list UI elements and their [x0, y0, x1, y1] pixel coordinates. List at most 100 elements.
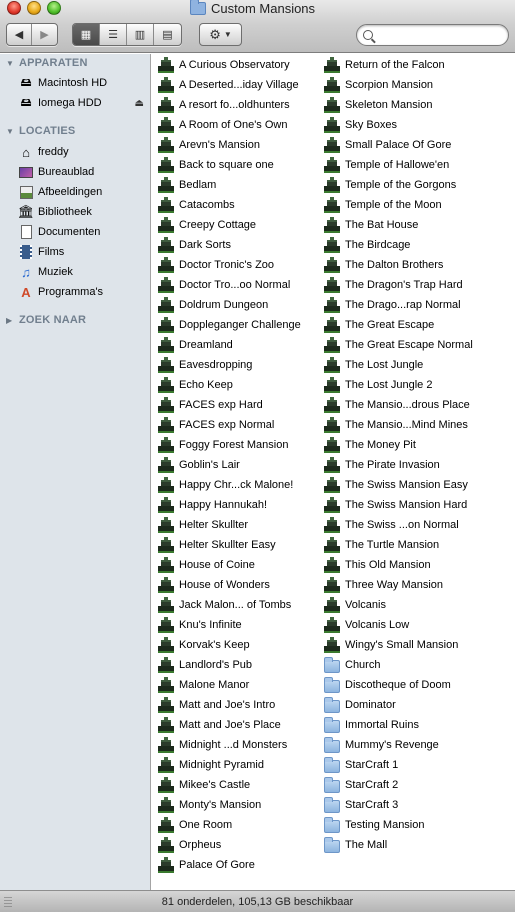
file-item[interactable]: Landlord's Pub: [158, 655, 301, 675]
file-item[interactable]: Malone Manor: [158, 675, 301, 695]
column-view-button[interactable]: ▥: [127, 24, 154, 45]
folder-item[interactable]: The Mall: [324, 835, 473, 855]
file-item[interactable]: Dreamland: [158, 335, 301, 355]
file-item[interactable]: Volcanis Low: [324, 615, 473, 635]
file-item[interactable]: Goblin's Lair: [158, 455, 301, 475]
folder-item[interactable]: Testing Mansion: [324, 815, 473, 835]
file-item[interactable]: A Deserted...iday Village: [158, 75, 301, 95]
file-item[interactable]: The Turtle Mansion: [324, 535, 473, 555]
search-field[interactable]: [356, 24, 509, 46]
sidebar-item-programmas[interactable]: A Programma's: [18, 282, 150, 302]
file-item[interactable]: The Bat House: [324, 215, 473, 235]
file-item[interactable]: Bedlam: [158, 175, 301, 195]
sidebar-section-header-search[interactable]: ▶ ZOEK NAAR: [6, 314, 86, 326]
minimize-window-button[interactable]: [27, 1, 41, 15]
sidebar-item-iomega-hdd[interactable]: 🖴 Iomega HDD ⏏: [18, 93, 150, 113]
file-item[interactable]: The Pirate Invasion: [324, 455, 473, 475]
sidebar-item-afbeeldingen[interactable]: Afbeeldingen: [18, 182, 150, 202]
folder-item[interactable]: StarCraft 2: [324, 775, 473, 795]
file-item[interactable]: The Great Escape: [324, 315, 473, 335]
file-item[interactable]: Scorpion Mansion: [324, 75, 473, 95]
coverflow-view-button[interactable]: ▤: [154, 24, 181, 45]
file-item[interactable]: Midnight Pyramid: [158, 755, 301, 775]
file-item[interactable]: A resort fo...oldhunters: [158, 95, 301, 115]
file-item[interactable]: One Room: [158, 815, 301, 835]
file-item[interactable]: Wingy's Small Mansion: [324, 635, 473, 655]
file-item[interactable]: A Room of One's Own: [158, 115, 301, 135]
file-item[interactable]: Skeleton Mansion: [324, 95, 473, 115]
file-item[interactable]: House of Coine: [158, 555, 301, 575]
eject-icon[interactable]: ⏏: [135, 98, 144, 109]
folder-item[interactable]: Dominator: [324, 695, 473, 715]
file-item[interactable]: Helter Skullter: [158, 515, 301, 535]
file-item[interactable]: Eavesdropping: [158, 355, 301, 375]
file-item[interactable]: Monty's Mansion: [158, 795, 301, 815]
file-item[interactable]: Matt and Joe's Intro: [158, 695, 301, 715]
file-item[interactable]: The Swiss ...on Normal: [324, 515, 473, 535]
file-item[interactable]: Three Way Mansion: [324, 575, 473, 595]
sidebar-item-films[interactable]: Films: [18, 242, 150, 262]
sidebar-section-header-places[interactable]: ▼ LOCATIES: [6, 125, 75, 137]
sidebar-item-muziek[interactable]: ♫ Muziek: [18, 262, 150, 282]
file-item[interactable]: Matt and Joe's Place: [158, 715, 301, 735]
file-item[interactable]: Small Palace Of Gore: [324, 135, 473, 155]
sidebar-item-bibliotheek[interactable]: 🏛 Bibliotheek: [18, 202, 150, 222]
file-item[interactable]: The Money Pit: [324, 435, 473, 455]
zoom-window-button[interactable]: [47, 1, 61, 15]
file-item[interactable]: Midnight ...d Monsters: [158, 735, 301, 755]
file-item[interactable]: The Dalton Brothers: [324, 255, 473, 275]
sidebar-item-documenten[interactable]: Documenten: [18, 222, 150, 242]
file-item[interactable]: House of Wonders: [158, 575, 301, 595]
folder-item[interactable]: StarCraft 3: [324, 795, 473, 815]
file-item[interactable]: Doctor Tro...oo Normal: [158, 275, 301, 295]
file-item[interactable]: Helter Skullter Easy: [158, 535, 301, 555]
file-item[interactable]: Happy Hannukah!: [158, 495, 301, 515]
file-item[interactable]: The Mansio...Mind Mines: [324, 415, 473, 435]
file-item[interactable]: Dark Sorts: [158, 235, 301, 255]
file-item[interactable]: The Birdcage: [324, 235, 473, 255]
file-item[interactable]: The Drago...rap Normal: [324, 295, 473, 315]
file-item[interactable]: A Curious Observatory: [158, 55, 301, 75]
file-item[interactable]: Doctor Tronic's Zoo: [158, 255, 301, 275]
file-item[interactable]: The Mansio...drous Place: [324, 395, 473, 415]
folder-item[interactable]: StarCraft 1: [324, 755, 473, 775]
file-item[interactable]: Temple of Hallowe'en: [324, 155, 473, 175]
sidebar-item-freddy[interactable]: ⌂ freddy: [18, 142, 150, 162]
folder-item[interactable]: Immortal Ruins: [324, 715, 473, 735]
file-item[interactable]: Catacombs: [158, 195, 301, 215]
file-item[interactable]: The Lost Jungle 2: [324, 375, 473, 395]
file-item[interactable]: Foggy Forest Mansion: [158, 435, 301, 455]
file-item[interactable]: Orpheus: [158, 835, 301, 855]
folder-item[interactable]: Church: [324, 655, 473, 675]
sidebar-item-bureaublad[interactable]: Bureaublad: [18, 162, 150, 182]
file-item[interactable]: Volcanis: [324, 595, 473, 615]
file-item[interactable]: Knu's Infinite: [158, 615, 301, 635]
search-input[interactable]: [377, 29, 502, 41]
back-button[interactable]: ◀: [7, 24, 32, 45]
close-window-button[interactable]: [7, 1, 21, 15]
file-item[interactable]: Back to square one: [158, 155, 301, 175]
file-item[interactable]: FACES exp Normal: [158, 415, 301, 435]
resize-grip-icon[interactable]: [4, 897, 12, 907]
file-item[interactable]: Jack Malon... of Tombs: [158, 595, 301, 615]
file-item[interactable]: Creepy Cottage: [158, 215, 301, 235]
file-item[interactable]: Palace Of Gore: [158, 855, 301, 875]
file-item[interactable]: Korvak's Keep: [158, 635, 301, 655]
file-item[interactable]: Mikee's Castle: [158, 775, 301, 795]
file-item[interactable]: Doldrum Dungeon: [158, 295, 301, 315]
file-item[interactable]: Return of the Falcon: [324, 55, 473, 75]
file-item[interactable]: Temple of the Gorgons: [324, 175, 473, 195]
list-view-button[interactable]: ☰: [100, 24, 127, 45]
file-item[interactable]: The Swiss Mansion Easy: [324, 475, 473, 495]
file-item[interactable]: This Old Mansion: [324, 555, 473, 575]
folder-item[interactable]: Mummy's Revenge: [324, 735, 473, 755]
folder-item[interactable]: Discotheque of Doom: [324, 675, 473, 695]
file-item[interactable]: Doppleganger Challenge: [158, 315, 301, 335]
file-item[interactable]: FACES exp Hard: [158, 395, 301, 415]
action-menu-button[interactable]: ⚙ ▼: [199, 23, 242, 46]
icon-view-button[interactable]: ▦: [73, 24, 100, 45]
file-item[interactable]: Sky Boxes: [324, 115, 473, 135]
forward-button[interactable]: ▶: [32, 24, 57, 45]
file-item[interactable]: The Swiss Mansion Hard: [324, 495, 473, 515]
file-item[interactable]: Arevn's Mansion: [158, 135, 301, 155]
